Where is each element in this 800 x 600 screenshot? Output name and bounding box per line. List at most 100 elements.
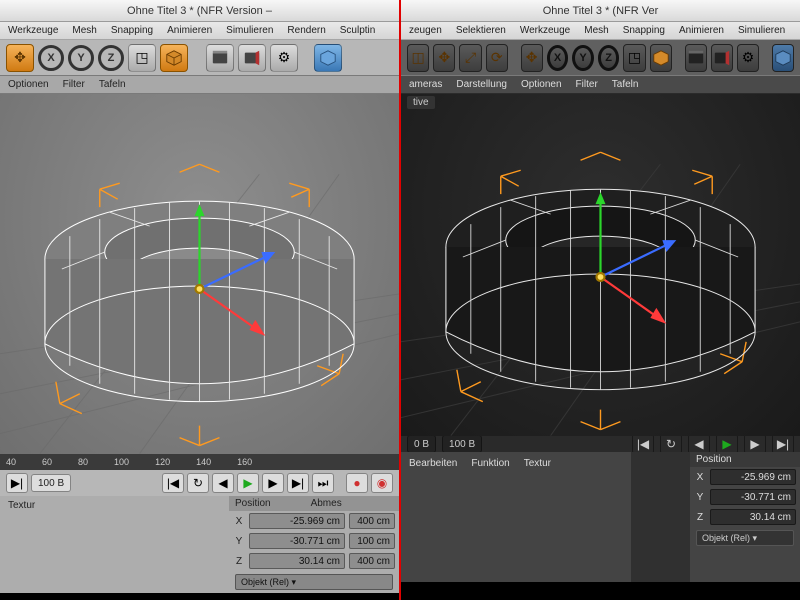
timeline-ruler[interactable]: 0 B 100 B |◀ ↻ ◀ ▶ ▶ ▶|: [401, 436, 800, 452]
size-x-field[interactable]: 400 cm: [349, 513, 395, 529]
render-settings-icon[interactable]: ⚙: [270, 44, 298, 72]
range-start[interactable]: 0 B: [407, 435, 436, 453]
submenu-filter[interactable]: Filter: [63, 79, 85, 90]
loop-icon[interactable]: ↻: [660, 434, 682, 454]
menu-selektieren[interactable]: Selektieren: [456, 25, 506, 36]
size-z-field[interactable]: 400 cm: [349, 553, 395, 569]
main-menubar[interactable]: zeugen Selektieren Werkzeuge Mesh Snappi…: [401, 22, 800, 40]
material-area[interactable]: [631, 452, 690, 582]
goto-last-icon[interactable]: ▶|: [772, 434, 794, 454]
next-frame-icon[interactable]: ▶: [262, 473, 284, 493]
menu-rendern[interactable]: Rendern: [287, 25, 325, 36]
coord-system-icon[interactable]: ◳: [623, 44, 645, 72]
prev-frame-icon[interactable]: ◀: [688, 434, 710, 454]
tab-funktion[interactable]: Funktion: [471, 458, 509, 469]
window-title: Ohne Titel 3 * (NFR Version –: [127, 5, 272, 17]
viewport-3d[interactable]: tive: [401, 94, 800, 436]
bottom-panel: Textur Position Abmes X -25.969 cm 400 c…: [0, 496, 399, 593]
menu-werkzeuge[interactable]: Werkzeuge: [8, 25, 58, 36]
window-titlebar: Ohne Titel 3 * (NFR Version –: [0, 0, 399, 22]
recent-tool-icon[interactable]: ✥: [521, 44, 543, 72]
coord-z-field[interactable]: 30.14 cm: [710, 509, 796, 525]
current-frame-field[interactable]: 100 B: [31, 474, 71, 492]
goto-start-icon[interactable]: |◀: [632, 434, 654, 454]
primitive-cube-icon[interactable]: [160, 44, 188, 72]
tab-textur[interactable]: Textur: [524, 458, 551, 469]
coord-y-field[interactable]: -30.771 cm: [710, 489, 796, 505]
range-end[interactable]: 100 B: [442, 435, 482, 453]
record-icon[interactable]: ●: [346, 473, 368, 493]
render-region-icon[interactable]: [238, 44, 266, 72]
menu-snapping[interactable]: Snapping: [111, 25, 153, 36]
axis-x-toggle[interactable]: X: [547, 45, 569, 71]
submenu-filter[interactable]: Filter: [576, 79, 598, 90]
skip-icon[interactable]: ⏭: [312, 473, 334, 493]
window-titlebar: Ohne Titel 3 * (NFR Ver: [401, 0, 800, 22]
viewport-3d[interactable]: [0, 94, 399, 454]
coord-mode-dropdown[interactable]: Objekt (Rel) ▾: [235, 574, 393, 590]
render-settings-icon[interactable]: ⚙: [737, 44, 759, 72]
object-cube-icon[interactable]: [314, 44, 342, 72]
menu-simulieren[interactable]: Simulieren: [226, 25, 273, 36]
move-tool-icon[interactable]: ✥: [6, 44, 34, 72]
coord-y-label: Y: [694, 492, 706, 503]
primitive-cube-icon[interactable]: [650, 44, 672, 72]
tab-textur[interactable]: Textur: [8, 500, 35, 511]
viewport-submenu[interactable]: Optionen Filter Tafeln: [0, 76, 399, 94]
axis-z-toggle[interactable]: Z: [98, 45, 124, 71]
submenu-tafeln[interactable]: Tafeln: [99, 79, 126, 90]
submenu-optionen[interactable]: Optionen: [521, 79, 562, 90]
axis-y-toggle[interactable]: Y: [68, 45, 94, 71]
viewport-submenu[interactable]: ameras Darstellung Optionen Filter Tafel…: [401, 76, 800, 94]
tab-bearbeiten[interactable]: Bearbeiten: [409, 458, 457, 469]
coord-y-field[interactable]: -30.771 cm: [249, 533, 345, 549]
menu-animieren[interactable]: Animieren: [679, 25, 724, 36]
next-frame-icon[interactable]: ▶: [744, 434, 766, 454]
menu-snapping[interactable]: Snapping: [623, 25, 665, 36]
rotate-tool-icon[interactable]: ⟳: [486, 44, 508, 72]
play-icon[interactable]: ▶: [716, 434, 738, 454]
menu-animieren[interactable]: Animieren: [167, 25, 212, 36]
submenu-tafeln[interactable]: Tafeln: [612, 79, 639, 90]
play-icon[interactable]: ▶: [237, 473, 259, 493]
pane-left-light: Ohne Titel 3 * (NFR Version – Werkzeuge …: [0, 0, 399, 600]
render-view-icon[interactable]: [685, 44, 707, 72]
menu-werkzeuge[interactable]: Werkzeuge: [520, 25, 570, 36]
size-y-field[interactable]: 100 cm: [349, 533, 395, 549]
coord-x-field[interactable]: -25.969 cm: [249, 513, 345, 529]
coord-x-field[interactable]: -25.969 cm: [710, 469, 796, 485]
timeline-ruler[interactable]: 40 60 80 100 120 140 160: [0, 454, 399, 470]
coords-header-size: Abmes: [311, 498, 342, 509]
object-cube-icon[interactable]: [772, 44, 794, 72]
menu-sculpting[interactable]: Sculptin: [340, 25, 376, 36]
live-select-icon[interactable]: ◫: [407, 44, 429, 72]
goto-end-icon[interactable]: ▶|: [6, 473, 28, 493]
goto-last-icon[interactable]: ▶|: [287, 473, 309, 493]
loop-icon[interactable]: ↻: [187, 473, 209, 493]
main-menubar[interactable]: Werkzeuge Mesh Snapping Animieren Simuli…: [0, 22, 399, 40]
move-tool-icon[interactable]: ✥: [433, 44, 455, 72]
submenu-darstellung[interactable]: Darstellung: [456, 79, 507, 90]
axis-x-toggle[interactable]: X: [38, 45, 64, 71]
coord-x-label: X: [233, 516, 245, 527]
scale-tool-icon[interactable]: ⤢: [459, 44, 481, 72]
menu-simulieren[interactable]: Simulieren: [738, 25, 785, 36]
render-region-icon[interactable]: [711, 44, 733, 72]
menu-erzeugen[interactable]: zeugen: [409, 25, 442, 36]
render-view-icon[interactable]: [206, 44, 234, 72]
axis-z-toggle[interactable]: Z: [598, 45, 620, 71]
menu-mesh[interactable]: Mesh: [584, 25, 608, 36]
axis-y-toggle[interactable]: Y: [572, 45, 594, 71]
submenu-kameras[interactable]: ameras: [409, 79, 442, 90]
autokey-icon[interactable]: ◉: [371, 473, 393, 493]
coord-mode-dropdown[interactable]: Objekt (Rel) ▾: [696, 530, 794, 546]
menu-mesh[interactable]: Mesh: [72, 25, 96, 36]
coord-system-icon[interactable]: ◳: [128, 44, 156, 72]
transport-bar: ▶| 100 B |◀ ↻ ◀ ▶ ▶ ▶| ⏭ ● ◉: [0, 470, 399, 496]
prev-frame-icon[interactable]: ◀: [212, 473, 234, 493]
submenu-optionen[interactable]: Optionen: [8, 79, 49, 90]
window-title: Ohne Titel 3 * (NFR Ver: [543, 5, 659, 17]
coord-z-field[interactable]: 30.14 cm: [249, 553, 345, 569]
goto-start-icon[interactable]: |◀: [162, 473, 184, 493]
coord-y-label: Y: [233, 536, 245, 547]
